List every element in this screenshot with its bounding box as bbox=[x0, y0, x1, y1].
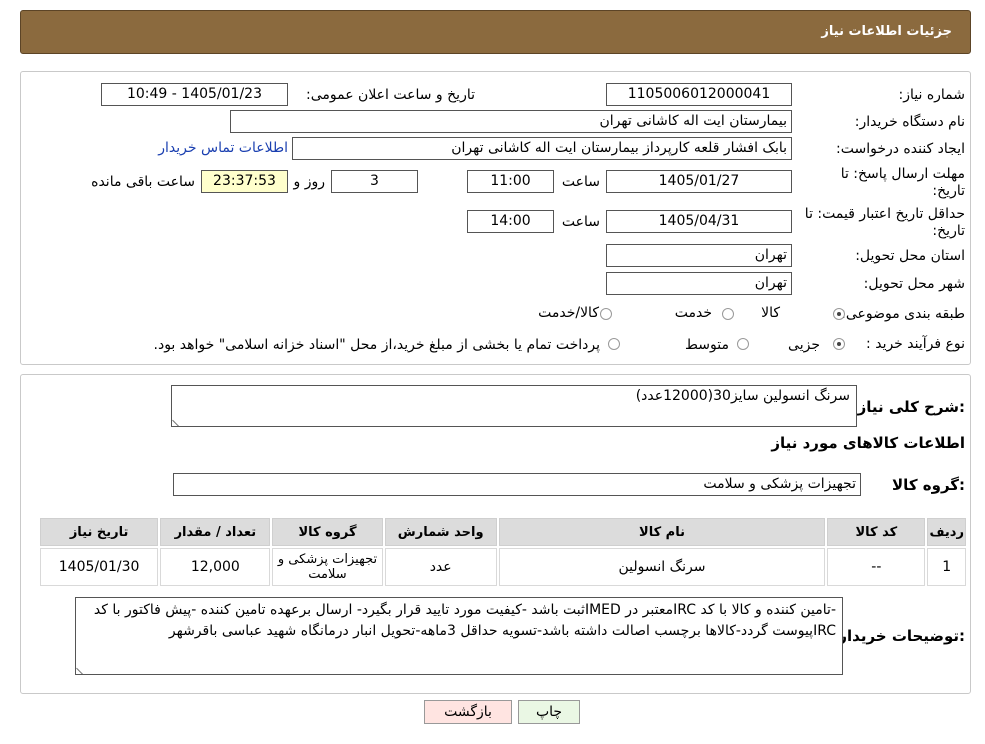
resize-grip-icon[interactable] bbox=[76, 662, 89, 674]
validity-time-field: 14:00 bbox=[467, 210, 554, 233]
need-number-label: شماره نیاز: bbox=[898, 87, 966, 103]
cell-unit: عدد bbox=[384, 548, 497, 586]
category-radio-goods-service[interactable] bbox=[600, 308, 612, 320]
remaining-time-field: 23:37:53 bbox=[201, 170, 288, 193]
goods-group-label: گروه کالا: bbox=[892, 476, 965, 494]
col-header-name: نام کالا bbox=[498, 518, 826, 546]
category-label: طبقه بندی موضوعی: bbox=[841, 306, 965, 322]
buyer-notes-label: توضیحات خریدار: bbox=[838, 627, 965, 645]
col-header-unit: واحد شمارش bbox=[384, 518, 497, 546]
cell-date: 1405/01/30 bbox=[40, 548, 159, 586]
cell-row-no: 1 bbox=[927, 548, 966, 586]
goods-info-title: اطلاعات کالاهای مورد نیاز bbox=[771, 434, 965, 452]
process-note: پرداخت تمام یا بخشی از مبلغ خرید،از محل … bbox=[153, 337, 600, 353]
col-header-qty: تعداد / مقدار bbox=[160, 518, 271, 546]
page-header: جزئیات اطلاعات نیاز bbox=[20, 10, 971, 54]
col-header-group: گروه کالا bbox=[272, 518, 383, 546]
need-description-field: سرنگ انسولین سایز30(12000عدد) bbox=[171, 385, 857, 427]
cell-group: تجهیزات پزشکی و سلامت bbox=[272, 548, 383, 586]
days-field: 3 bbox=[331, 170, 418, 193]
creator-label: ایجاد کننده درخواست: bbox=[836, 141, 965, 157]
resize-grip-icon[interactable] bbox=[172, 414, 185, 426]
col-header-code: کد کالا bbox=[827, 518, 926, 546]
deadline-time-field: 11:00 bbox=[467, 170, 554, 193]
city-field: تهران bbox=[606, 272, 792, 295]
table-row: 1 -- سرنگ انسولین عدد تجهیزات پزشکی و سل… bbox=[40, 548, 966, 586]
page-title: جزئیات اطلاعات نیاز bbox=[821, 24, 952, 39]
buyer-notes-field: -تامین کننده و کالا با کد IRCمعتبر در IM… bbox=[75, 597, 843, 675]
buyer-field: بیمارستان ایت اله کاشانی تهران bbox=[230, 110, 792, 133]
validity-time-label: ساعت bbox=[561, 214, 600, 230]
process-radio-minor[interactable] bbox=[833, 338, 845, 350]
col-header-date: تاریخ نیاز bbox=[40, 518, 159, 546]
category-radio-goods[interactable] bbox=[833, 308, 845, 320]
validity-label: حداقل تاریخ اعتبار قیمت: تا bbox=[804, 206, 965, 222]
cell-name: سرنگ انسولین bbox=[498, 548, 826, 586]
announce-label: تاریخ و ساعت اعلان عمومی: bbox=[306, 87, 475, 103]
city-label: شهر محل تحویل: bbox=[863, 276, 965, 292]
buyer-contact-link[interactable]: اطلاعات تماس خریدار bbox=[158, 140, 288, 156]
days-label: روز و bbox=[293, 174, 326, 190]
deadline-label: مهلت ارسال پاسخ: تا bbox=[840, 166, 965, 182]
validity-date-field: 1405/04/31 bbox=[606, 210, 792, 233]
goods-table: ردیف کد کالا نام کالا واحد شمارش گروه کا… bbox=[38, 516, 968, 588]
announce-field: 1405/01/23 - 10:49 bbox=[101, 83, 288, 106]
remaining-label: ساعت باقی مانده bbox=[91, 174, 195, 190]
need-description-text: سرنگ انسولین سایز30(12000عدد) bbox=[635, 388, 850, 404]
need-description-label: شرح کلی نیاز: bbox=[857, 398, 965, 416]
category-option-goods: کالا bbox=[761, 305, 780, 321]
province-label: استان محل تحویل: bbox=[855, 248, 965, 264]
buyer-notes-text: -تامین کننده و کالا با کد IRCمعتبر در IM… bbox=[93, 602, 836, 639]
back-button[interactable]: بازگشت bbox=[424, 700, 512, 724]
cell-qty: 12,000 bbox=[160, 548, 271, 586]
goods-group-field: تجهیزات پزشکی و سلامت bbox=[173, 473, 861, 496]
category-radio-service[interactable] bbox=[722, 308, 734, 320]
process-radio-medium[interactable] bbox=[737, 338, 749, 350]
process-radio-treasury[interactable] bbox=[608, 338, 620, 350]
validity-label-date: تاریخ: bbox=[932, 223, 965, 239]
deadline-time-label: ساعت bbox=[561, 174, 600, 190]
col-header-row-no: ردیف bbox=[927, 518, 966, 546]
deadline-label-date: تاریخ: bbox=[932, 183, 965, 199]
category-option-service: خدمت bbox=[674, 305, 712, 321]
process-option-minor: جزیی bbox=[788, 337, 820, 353]
category-option-goods-service: کالا/خدمت bbox=[538, 305, 599, 321]
process-option-medium: متوسط bbox=[685, 337, 729, 353]
process-label: نوع فرآیند خرید : bbox=[866, 336, 965, 352]
goods-table-container: ردیف کد کالا نام کالا واحد شمارش گروه کا… bbox=[38, 516, 968, 588]
print-button[interactable]: چاپ bbox=[518, 700, 580, 724]
cell-code: -- bbox=[827, 548, 926, 586]
table-header-row: ردیف کد کالا نام کالا واحد شمارش گروه کا… bbox=[40, 518, 966, 546]
province-field: تهران bbox=[606, 244, 792, 267]
deadline-date-field: 1405/01/27 bbox=[606, 170, 792, 193]
buyer-label: نام دستگاه خریدار: bbox=[854, 114, 965, 130]
need-number-field: 1105006012000041 bbox=[606, 83, 792, 106]
creator-field: بابک افشار قلعه کارپرداز بیمارستان ایت ا… bbox=[292, 137, 792, 160]
